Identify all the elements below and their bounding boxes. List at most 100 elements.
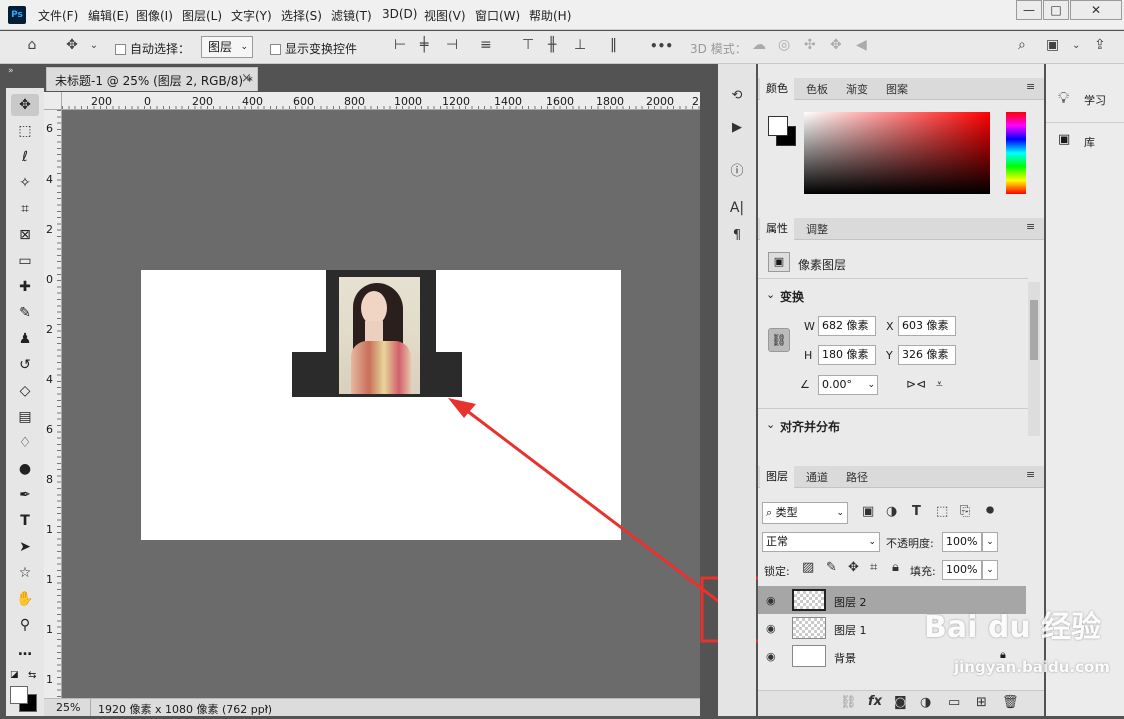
align-distribute-header[interactable]: 对齐并分布 [780, 418, 840, 435]
menu-filter[interactable]: 滤镜(T) [331, 7, 372, 24]
chevron-down-icon[interactable]: ⌄ [766, 418, 775, 431]
adjustment-layer-icon[interactable]: ◑ [920, 695, 931, 710]
align-vcenter-icon[interactable]: ╫ [548, 37, 556, 53]
align-bottom-icon[interactable]: ⊥ [574, 37, 586, 53]
move-tool-icon[interactable]: ✥ [11, 94, 39, 116]
show-transform-checkbox[interactable]: 显示变换控件 [270, 40, 357, 57]
layer-2-photo[interactable] [339, 277, 420, 394]
toolbar-collapse-icon[interactable]: » [8, 66, 14, 76]
ruler-tool-icon[interactable]: ▭ [11, 250, 39, 272]
history-brush-icon[interactable]: ↺ [11, 354, 39, 376]
angle-field[interactable]: 0.00° ⌄ [818, 375, 878, 395]
more-options-icon[interactable]: ••• [650, 39, 673, 53]
tab-properties[interactable]: 属性 [760, 218, 794, 240]
delete-layer-icon[interactable]: 🗑︎ [1002, 695, 1019, 710]
marquee-tool-icon[interactable]: ⬚ [11, 120, 39, 142]
chevron-down-icon[interactable]: ⌄ [766, 288, 775, 301]
brush-tool-icon[interactable]: ✎ [11, 302, 39, 324]
eye-icon[interactable]: ◉ [766, 622, 776, 635]
menu-window[interactable]: 窗口(W) [475, 7, 520, 24]
foreground-swatch[interactable] [768, 116, 788, 136]
menu-select[interactable]: 选择(S) [281, 7, 322, 24]
tab-color[interactable]: 颜色 [760, 78, 794, 100]
blend-mode-dropdown[interactable]: 正常 ⌄ [762, 532, 880, 552]
minimize-button[interactable]: — [1016, 0, 1042, 20]
chevron-down-icon[interactable]: ⌄ [982, 560, 998, 580]
align-left-icon[interactable]: ⊢ [394, 37, 406, 53]
frame-tool-icon[interactable]: ⊠ [11, 224, 39, 246]
layer-filter-dropdown[interactable]: ⌕ 类型 ⌄ [762, 502, 848, 524]
lock-artboard-icon[interactable]: ⌗ [870, 560, 877, 575]
color-picker-field[interactable] [804, 112, 990, 194]
menu-help[interactable]: 帮助(H) [529, 7, 571, 24]
paragraph-icon[interactable]: ¶ [726, 228, 748, 243]
filter-adjustment-icon[interactable]: ◑ [886, 504, 897, 519]
distribute-v-icon[interactable]: ‖ [610, 37, 617, 53]
layer-name[interactable]: 图层 2 [834, 594, 867, 610]
align-right-icon[interactable]: ⊣ [446, 37, 458, 53]
more-tools-icon[interactable]: … [11, 640, 39, 662]
close-button[interactable]: ✕ [1070, 0, 1122, 20]
new-layer-icon[interactable]: ⊞ [976, 695, 987, 710]
maximize-button[interactable]: □ [1043, 0, 1069, 20]
chevron-down-icon[interactable]: ⌄ [982, 532, 998, 552]
fill-field[interactable]: 100% [942, 560, 982, 580]
chevron-down-icon[interactable]: ⌄ [1072, 40, 1080, 51]
tab-channels[interactable]: 通道 [806, 469, 828, 485]
ruler-origin[interactable] [44, 92, 62, 110]
menu-file[interactable]: 文件(F) [38, 7, 78, 24]
tab-patterns[interactable]: 图案 [886, 81, 908, 97]
menu-view[interactable]: 视图(V) [424, 7, 466, 24]
checkbox-box[interactable] [115, 44, 126, 55]
filter-pixel-icon[interactable]: ▣ [862, 504, 874, 519]
home-icon[interactable]: ⌂ [22, 37, 42, 53]
swap-colors-icon[interactable]: ⇆ [28, 670, 36, 681]
properties-scrollbar[interactable] [1028, 282, 1040, 436]
menu-3d[interactable]: 3D(D) [382, 7, 417, 21]
stamp-tool-icon[interactable]: ♟ [11, 328, 39, 350]
tab-gradients[interactable]: 渐变 [846, 81, 868, 97]
menu-image[interactable]: 图像(I) [136, 7, 173, 24]
align-top-icon[interactable]: ⊤ [522, 37, 534, 53]
gradient-tool-icon[interactable]: ▤ [11, 406, 39, 428]
link-icon[interactable]: ⛓ [768, 328, 790, 352]
document-tab[interactable]: 未标题-1 @ 25% (图层 2, RGB/8) * × [46, 67, 258, 91]
magic-wand-icon[interactable]: ✧ [11, 172, 39, 194]
filter-shape-icon[interactable]: ⬚ [936, 504, 948, 519]
path-select-icon[interactable]: ➤ [11, 536, 39, 558]
layer-name[interactable]: 图层 1 [834, 622, 867, 638]
link-layers-icon[interactable]: ⛓ [840, 695, 857, 710]
filter-type-icon[interactable]: T [912, 504, 921, 519]
layer-row[interactable]: ◉ 背景 🔒︎ [758, 642, 1026, 670]
y-field[interactable]: 326 像素 [898, 345, 956, 365]
status-menu-icon[interactable]: › [264, 700, 269, 714]
scrollbar-thumb[interactable] [1030, 300, 1038, 360]
layer-row[interactable]: ◉ 图层 1 [758, 614, 1026, 642]
fx-icon[interactable]: fx [868, 694, 882, 709]
eye-icon[interactable]: ◉ [766, 650, 776, 663]
add-mask-icon[interactable]: ◙ [894, 695, 907, 710]
panel-menu-icon[interactable]: ≡ [1026, 80, 1035, 93]
tab-adjustments[interactable]: 调整 [806, 221, 828, 237]
filter-smart-object-icon[interactable]: ⎘ [960, 504, 970, 519]
eye-icon[interactable]: ◉ [766, 594, 776, 607]
learn-button[interactable]: 💡︎ 学习 [1050, 82, 1120, 116]
default-colors-icon[interactable]: ◪ [10, 670, 19, 680]
lock-position-icon[interactable]: ✥ [848, 560, 859, 575]
filter-toggle-icon[interactable]: ⏺ [986, 500, 994, 520]
dodge-tool-icon[interactable]: ● [11, 458, 39, 480]
healing-brush-icon[interactable]: ✚ [11, 276, 39, 298]
align-hcenter-icon[interactable]: ╪ [420, 37, 428, 53]
pen-tool-icon[interactable]: ✒ [11, 484, 39, 506]
share-icon[interactable]: ⇪ [1094, 37, 1106, 53]
tab-paths[interactable]: 路径 [846, 469, 868, 485]
shape-tool-icon[interactable]: ☆ [11, 562, 39, 584]
distribute-icon[interactable]: ≡ [480, 37, 492, 53]
layer-row[interactable]: ◉ 图层 2 [758, 586, 1026, 614]
tab-swatches[interactable]: 色板 [806, 81, 828, 97]
hand-tool-icon[interactable]: ✋ [11, 588, 39, 610]
opacity-field[interactable]: 100% [942, 532, 982, 552]
info-icon[interactable]: ⓘ [726, 160, 748, 179]
crop-tool-icon[interactable]: ⌗ [11, 198, 39, 220]
flip-vertical-icon[interactable]: ⩡ [936, 377, 943, 392]
